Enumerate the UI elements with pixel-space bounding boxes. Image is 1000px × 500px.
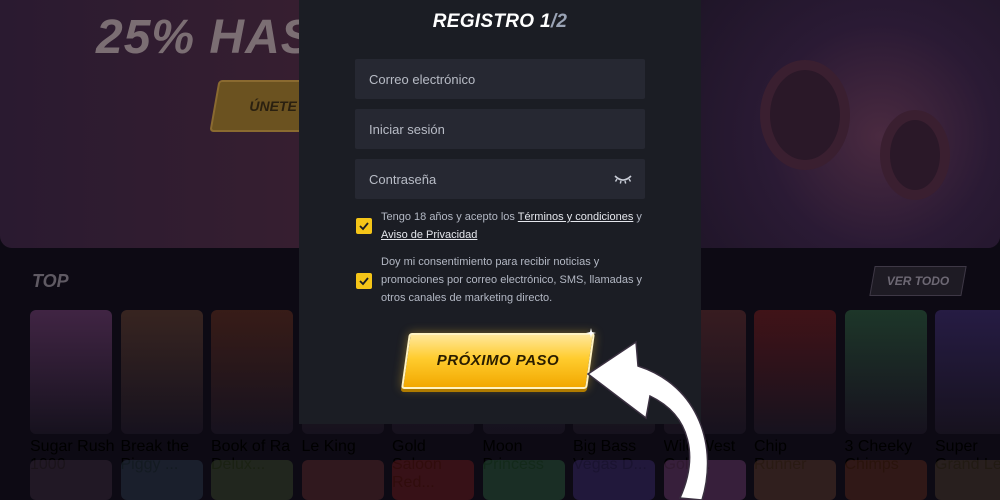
hero-title: 25% HAS bbox=[96, 11, 314, 64]
marketing-consent: Doy mi consentimiento para recibir notic… bbox=[355, 253, 655, 311]
password-field-wrapper bbox=[355, 159, 645, 199]
check-icon bbox=[359, 277, 369, 286]
marketing-text: Doy mi consentimiento para recibir notic… bbox=[381, 256, 643, 304]
login-field-wrapper bbox=[355, 109, 645, 149]
terms-link[interactable]: Términos y condiciones bbox=[518, 211, 634, 223]
age-terms-middle: y bbox=[633, 211, 642, 223]
age-terms-prefix: Tengo 18 años y acepto los bbox=[381, 211, 518, 223]
game-tile[interactable] bbox=[30, 310, 112, 434]
age-terms-consent: Tengo 18 años y acepto los Términos y co… bbox=[355, 208, 655, 248]
game-tile[interactable] bbox=[392, 460, 474, 500]
game-tile[interactable] bbox=[120, 310, 203, 434]
curved-arrow-icon bbox=[586, 340, 709, 500]
game-tile[interactable] bbox=[935, 310, 1000, 434]
game-tile-name: Le King bbox=[301, 438, 356, 455]
password-field[interactable] bbox=[355, 159, 645, 199]
game-tile[interactable] bbox=[30, 460, 112, 500]
see-all-button[interactable]: VER TODO bbox=[869, 266, 967, 296]
game-tile[interactable] bbox=[301, 460, 384, 500]
game-tile[interactable] bbox=[844, 310, 927, 434]
next-step-label: PRÓXIMO PASO bbox=[436, 352, 560, 369]
privacy-link[interactable]: Aviso de Privacidad bbox=[381, 229, 477, 241]
eye-closed-icon[interactable] bbox=[613, 171, 633, 187]
modal-title: REGISTRO 1/2 bbox=[299, 11, 701, 33]
game-tile[interactable] bbox=[754, 310, 836, 434]
modal-title-main: REGISTRO 1 bbox=[432, 11, 551, 32]
car-wheel-image bbox=[880, 110, 950, 200]
game-tile[interactable] bbox=[211, 460, 293, 500]
login-field[interactable] bbox=[355, 109, 645, 149]
see-all-label: VER TODO bbox=[886, 274, 950, 288]
game-tile[interactable] bbox=[754, 460, 836, 500]
check-icon bbox=[359, 222, 369, 231]
game-tile[interactable] bbox=[935, 460, 1000, 500]
game-tile[interactable] bbox=[120, 460, 203, 500]
next-step-button[interactable]: PRÓXIMO PASO bbox=[401, 333, 595, 391]
game-tile[interactable] bbox=[211, 310, 293, 434]
game-tile[interactable] bbox=[482, 460, 565, 500]
page: 25% HAS ÚNETE TOP VER TODO Sugar Rush 10… bbox=[0, 0, 1000, 500]
age-terms-checkbox[interactable] bbox=[356, 218, 372, 234]
hero-car-image bbox=[700, 0, 1000, 248]
game-grid-row-2 bbox=[30, 460, 1000, 500]
marketing-checkbox[interactable] bbox=[356, 273, 372, 289]
sparkle-icon bbox=[586, 328, 596, 338]
section-title-top: TOP bbox=[32, 271, 69, 291]
car-wheel-image bbox=[760, 60, 850, 170]
email-field-wrapper bbox=[355, 59, 645, 99]
modal-title-step: /2 bbox=[550, 11, 568, 32]
age-terms-text: Tengo 18 años y acepto los Términos y co… bbox=[381, 208, 651, 244]
email-field[interactable] bbox=[355, 59, 645, 99]
game-tile[interactable] bbox=[844, 460, 927, 500]
